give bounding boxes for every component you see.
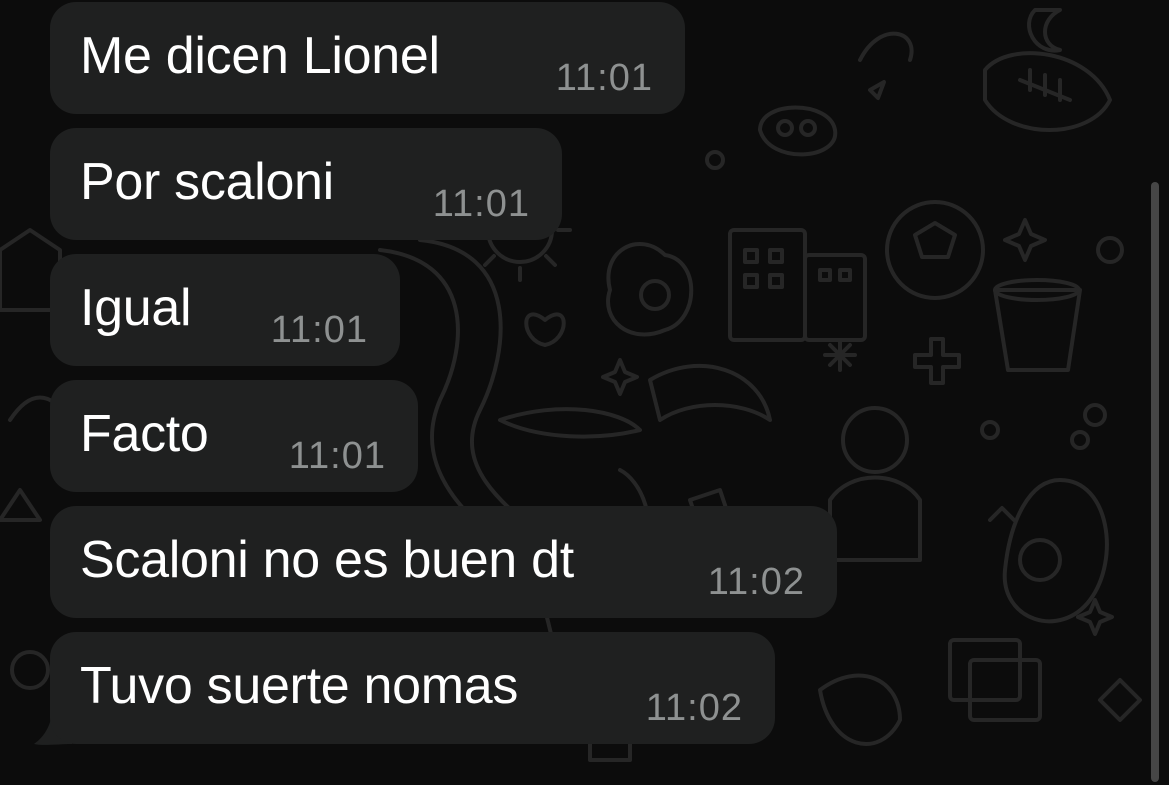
message-timestamp: 11:01 xyxy=(555,57,653,99)
message-timestamp: 11:02 xyxy=(707,561,805,603)
message-timestamp: 11:01 xyxy=(288,435,386,477)
message-text: Scaloni no es buen dt xyxy=(80,531,574,589)
message-bubble[interactable]: Scaloni no es buen dt 11:02 xyxy=(50,506,837,618)
message-text: Tuvo suerte nomas xyxy=(80,657,519,715)
message-timestamp: 11:01 xyxy=(432,183,530,225)
scrollbar[interactable] xyxy=(1151,182,1159,782)
message-timestamp: 11:01 xyxy=(270,309,368,351)
message-bubble[interactable]: Facto 11:01 xyxy=(50,380,418,492)
message-text: Igual xyxy=(80,279,192,337)
message-bubble[interactable]: Igual 11:01 xyxy=(50,254,400,366)
message-bubble[interactable]: Me dicen Lionel 11:01 xyxy=(50,2,685,114)
chat-messages: Me dicen Lionel 11:01 Por scaloni 11:01 … xyxy=(0,0,1169,785)
message-timestamp: 11:02 xyxy=(645,687,743,729)
message-text: Facto xyxy=(80,405,209,463)
message-bubble[interactable]: Por scaloni 11:01 xyxy=(50,128,562,240)
message-text: Por scaloni xyxy=(80,153,334,211)
message-bubble[interactable]: Tuvo suerte nomas 11:02 xyxy=(50,632,775,744)
message-text: Me dicen Lionel xyxy=(80,27,440,85)
